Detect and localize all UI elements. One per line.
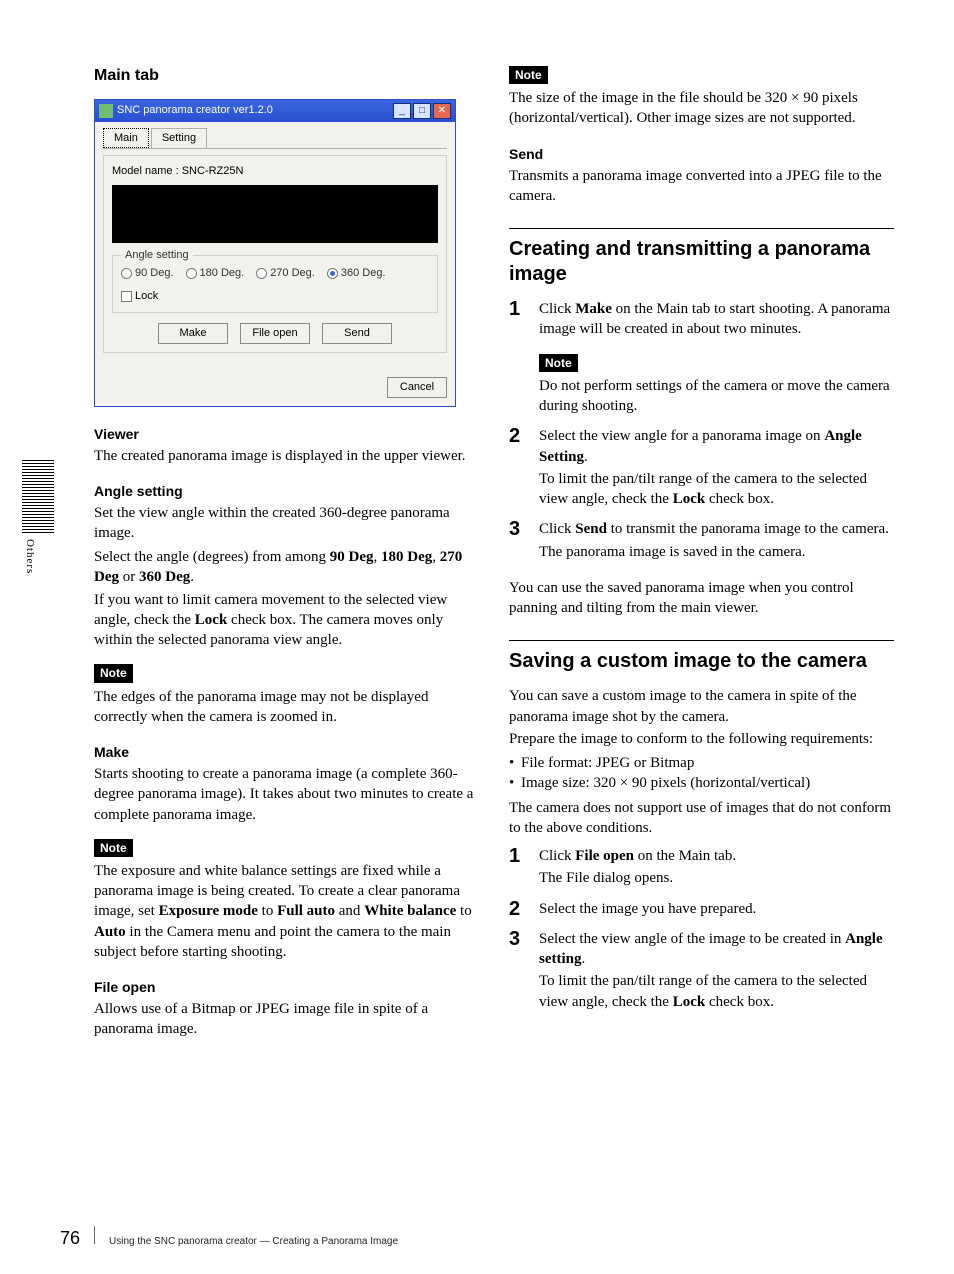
radio-360[interactable]: 360 Deg. — [327, 266, 386, 281]
side-label: Others — [22, 539, 37, 574]
maximize-button[interactable]: □ — [413, 103, 431, 119]
step-number: 2 — [509, 426, 527, 511]
make-button[interactable]: Make — [158, 323, 228, 344]
step-2: 2 Select the view angle for a panorama i… — [509, 426, 894, 511]
note-badge: Note — [509, 66, 548, 84]
step-number: 1 — [509, 299, 527, 418]
footer-separator — [94, 1226, 95, 1244]
tab-setting[interactable]: Setting — [151, 128, 207, 149]
page-footer: 76 Using the SNC panorama creator — Crea… — [60, 1226, 398, 1250]
send-text: Transmits a panorama image converted int… — [509, 166, 894, 207]
tab-main[interactable]: Main — [103, 128, 149, 149]
main-panel: Model name : SNC-RZ25N Angle setting 90 … — [103, 155, 447, 352]
radio-90[interactable]: 90 Deg. — [121, 266, 174, 281]
panorama-preview — [112, 185, 438, 243]
send-heading: Send — [509, 145, 894, 164]
saving-p1: You can save a custom image to the camer… — [509, 686, 894, 727]
panorama-creator-window: SNC panorama creator ver1.2.0 _ □ ✕ Main… — [94, 99, 456, 407]
radio-270[interactable]: 270 Deg. — [256, 266, 315, 281]
angle-setting-legend: Angle setting — [121, 248, 193, 263]
make-text: Starts shooting to create a panorama ima… — [94, 764, 479, 825]
note-badge: Note — [94, 839, 133, 857]
saving-heading: Saving a custom image to the camera — [509, 640, 894, 674]
save-step-2: 2 Select the image you have prepared. — [509, 899, 894, 921]
close-button[interactable]: ✕ — [433, 103, 451, 119]
fileopen-heading: File open — [94, 978, 479, 997]
save-step-3: 3 Select the view angle of the image to … — [509, 929, 894, 1014]
footer-text: Using the SNC panorama creator — Creatin… — [109, 1235, 398, 1249]
window-titlebar: SNC panorama creator ver1.2.0 _ □ ✕ — [95, 100, 455, 122]
step1-note: Do not perform settings of the camera or… — [539, 376, 894, 417]
cancel-button[interactable]: Cancel — [387, 377, 447, 398]
saving-p2: Prepare the image to conform to the foll… — [509, 729, 894, 749]
step-number: 2 — [509, 899, 527, 921]
left-column: Main tab SNC panorama creator ver1.2.0 _… — [94, 65, 479, 1042]
step-number: 3 — [509, 519, 527, 564]
creating-tail: You can use the saved panorama image whe… — [509, 578, 894, 619]
main-tab-heading: Main tab — [94, 65, 479, 87]
creating-heading: Creating and transmitting a panorama ima… — [509, 228, 894, 287]
side-section-tab: Others — [22, 460, 54, 574]
requirements-list: File format: JPEG or Bitmap Image size: … — [509, 753, 894, 794]
note-badge: Note — [539, 354, 578, 372]
tab-strip: Main Setting — [103, 128, 447, 150]
note-badge: Note — [94, 664, 133, 682]
angle-setting-fieldset: Angle setting 90 Deg. 180 Deg. 270 Deg. … — [112, 255, 438, 313]
lock-checkbox[interactable]: Lock — [121, 289, 429, 304]
radio-180[interactable]: 180 Deg. — [186, 266, 245, 281]
send-button[interactable]: Send — [322, 323, 392, 344]
angle-text-3: If you want to limit camera movement to … — [94, 590, 479, 651]
page-number: 76 — [60, 1226, 80, 1250]
list-item: File format: JPEG or Bitmap — [509, 753, 894, 773]
fileopen-button[interactable]: File open — [240, 323, 310, 344]
angle-text-2: Select the angle (degrees) from among 90… — [94, 547, 479, 588]
angle-text-1: Set the view angle within the created 36… — [94, 503, 479, 544]
saving-p3: The camera does not support use of image… — [509, 798, 894, 839]
step-number: 1 — [509, 846, 527, 891]
fileopen-text: Allows use of a Bitmap or JPEG image fil… — [94, 999, 479, 1040]
angle-heading: Angle setting — [94, 482, 479, 501]
right-column: Note The size of the image in the file s… — [509, 65, 894, 1042]
viewer-heading: Viewer — [94, 425, 479, 444]
model-name-label: Model name : SNC-RZ25N — [112, 164, 438, 179]
list-item: Image size: 320 × 90 pixels (horizontal/… — [509, 773, 894, 793]
side-lines — [22, 460, 54, 533]
make-heading: Make — [94, 743, 479, 762]
app-icon — [99, 104, 113, 118]
angle-note: The edges of the panorama image may not … — [94, 687, 479, 728]
viewer-text: The created panorama image is displayed … — [94, 446, 479, 466]
window-title: SNC panorama creator ver1.2.0 — [117, 103, 273, 118]
make-note: The exposure and white balance settings … — [94, 861, 479, 962]
save-step-1: 1 Click File open on the Main tab. The F… — [509, 846, 894, 891]
size-note: The size of the image in the file should… — [509, 88, 894, 129]
minimize-button[interactable]: _ — [393, 103, 411, 119]
step-1: 1 Click Make on the Main tab to start sh… — [509, 299, 894, 418]
step-3: 3 Click Send to transmit the panorama im… — [509, 519, 894, 564]
step-number: 3 — [509, 929, 527, 1014]
